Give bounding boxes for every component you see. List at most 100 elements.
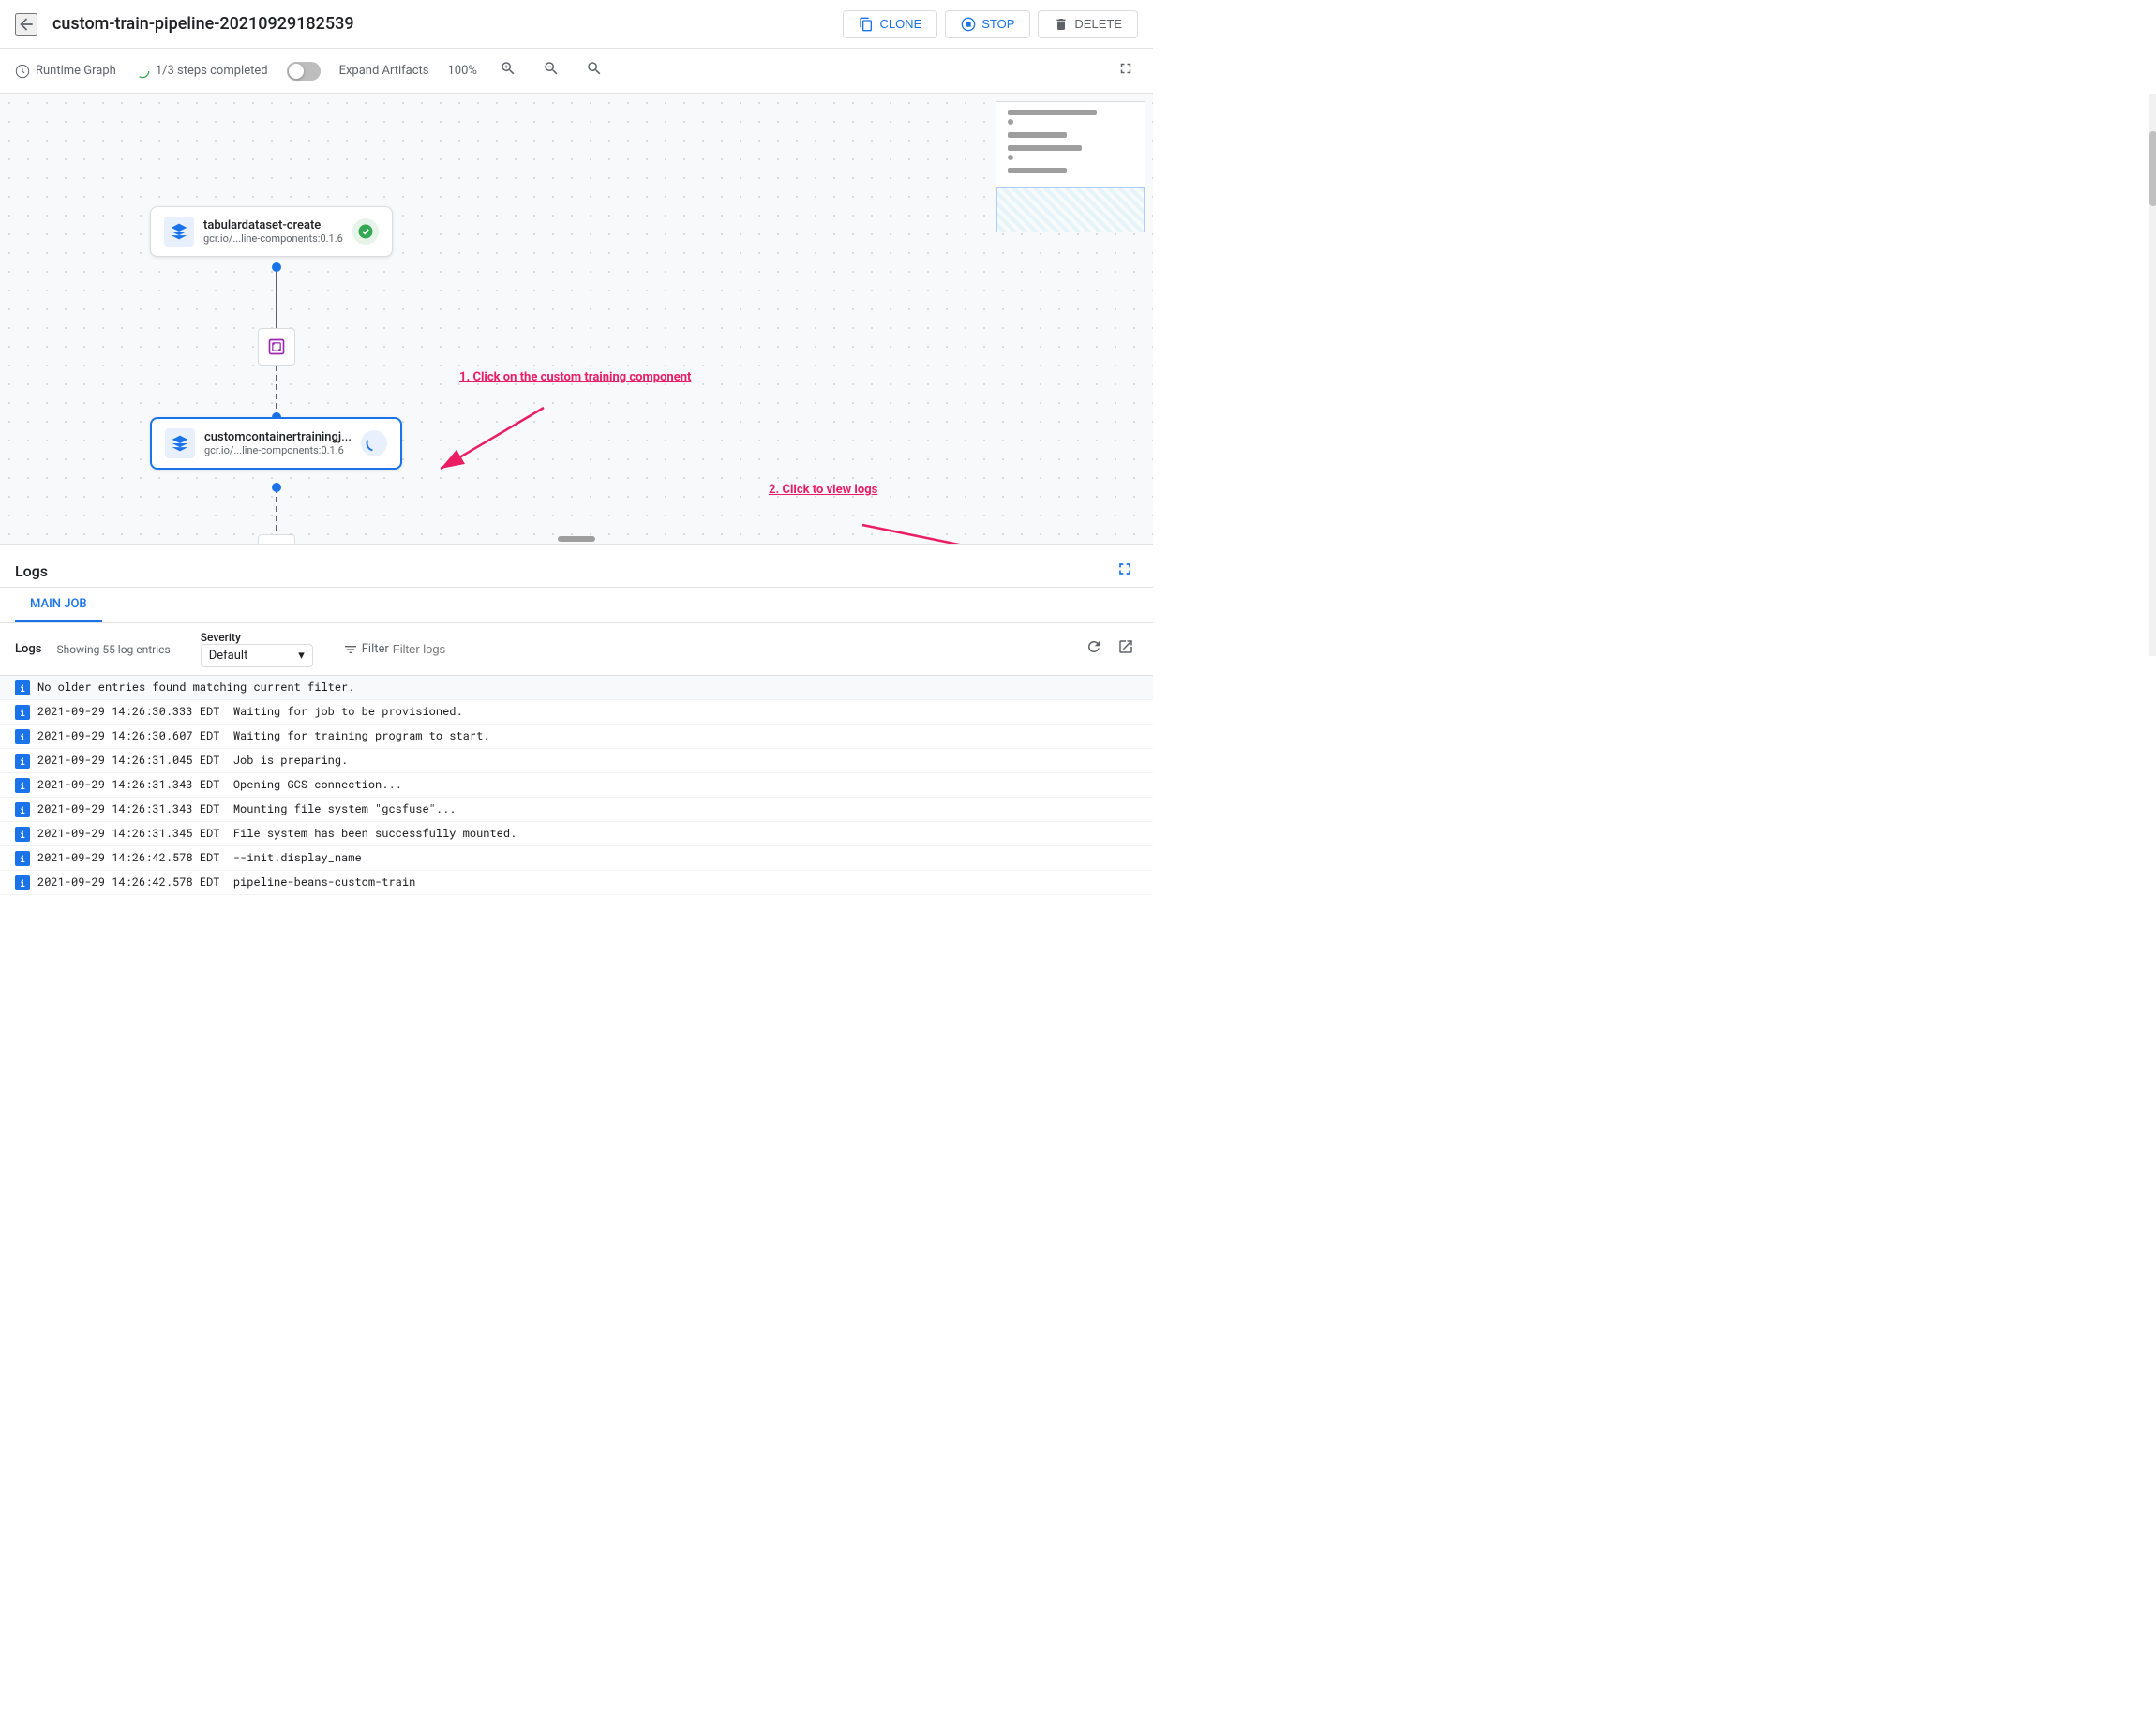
pipeline-title: custom-train-pipeline-20210929182539: [52, 14, 828, 34]
delete-button[interactable]: DELETE: [1038, 10, 1138, 38]
log-text: 2021-09-29 14:26:42.578 EDT --init.displ…: [37, 850, 362, 865]
node1-status: [352, 218, 379, 245]
logs-section: Logs MAIN JOB Logs Showing 55 log entrie…: [0, 544, 1153, 895]
node-tabulardataset-create[interactable]: tabulardataset-create gcr.io/...line-com…: [150, 206, 393, 257]
clone-button[interactable]: CLONE: [843, 10, 937, 38]
log-entry: i 2021-09-29 14:26:42.578 EDT --init.dis…: [0, 846, 1153, 871]
logs-tabs: MAIN JOB: [0, 588, 1153, 623]
log-icon-info: i: [15, 778, 30, 793]
severity-value: Default: [209, 649, 248, 663]
node1-icon: [164, 217, 194, 247]
refresh-button[interactable]: [1082, 635, 1106, 664]
log-entry: i 2021-09-29 14:26:42.578 EDT pipeline-b…: [0, 871, 1153, 895]
log-entry: i 2021-09-29 14:26:30.333 EDT Waiting fo…: [0, 700, 1153, 725]
connector-svg: [0, 94, 1153, 544]
logs-label: Logs: [15, 642, 41, 656]
scrollbar-thumb[interactable]: [2149, 131, 2156, 206]
log-icon-info: i: [15, 680, 30, 695]
minimap-content: [996, 110, 1145, 232]
logs-controls: Logs Showing 55 log entries Severity Def…: [0, 623, 1153, 676]
log-text: 2021-09-29 14:26:30.607 EDT Waiting for …: [37, 728, 489, 743]
logs-expand-button[interactable]: [1112, 556, 1138, 587]
log-icon-info: i: [15, 851, 30, 866]
toolbar: Runtime Graph 1/3 steps completed Expand…: [0, 49, 1153, 94]
tab-main-job-label: MAIN JOB: [30, 597, 87, 611]
node1-subtitle: gcr.io/...line-components:0.1.6: [203, 232, 343, 245]
tab-main-job[interactable]: MAIN JOB: [15, 588, 102, 622]
node2-subtitle: gcr.io/...line-components:0.1.6: [204, 444, 352, 456]
filter-input[interactable]: [393, 642, 558, 656]
minimap-bar3: [1008, 145, 1082, 151]
minimap-viewport: [996, 187, 1145, 232]
minimap[interactable]: [996, 101, 1145, 232]
severity-dropdown-icon: ▾: [298, 649, 305, 663]
open-external-button[interactable]: [1114, 635, 1138, 664]
minimap-bar4: [1008, 168, 1067, 173]
back-button[interactable]: [15, 13, 37, 36]
annotation-2: 2. Click to view logs: [769, 483, 877, 497]
severity-label: Severity: [201, 631, 313, 644]
annotation2-text: 2. Click to view logs: [769, 483, 877, 497]
minimap-dot2: [1008, 155, 1013, 160]
log-icon-info: i: [15, 705, 30, 720]
minimap-bar2: [1008, 132, 1067, 138]
node2-status: [361, 430, 387, 456]
artifact-node[interactable]: [258, 328, 295, 366]
log-text: 2021-09-29 14:26:31.045 EDT Job is prepa…: [37, 753, 348, 768]
drag-handle[interactable]: [558, 536, 595, 542]
zoom-in-button[interactable]: [496, 58, 520, 83]
log-text: 2021-09-29 14:26:30.333 EDT Waiting for …: [37, 704, 463, 719]
severity-select[interactable]: Default ▾: [201, 644, 313, 667]
stop-label: STOP: [981, 17, 1014, 31]
log-entries-list[interactable]: i No older entries found matching curren…: [0, 676, 1153, 895]
stop-button[interactable]: STOP: [945, 10, 1030, 38]
node2-title: customcontainertrainingj...: [204, 430, 352, 444]
expand-artifacts-toggle[interactable]: [287, 62, 321, 81]
log-entry: i 2021-09-29 14:26:31.345 EDT File syste…: [0, 822, 1153, 846]
log-entry: i No older entries found matching curren…: [0, 676, 1153, 700]
clone-label: CLONE: [879, 17, 921, 31]
steps-label: 1/3 steps completed: [156, 64, 268, 78]
node2-icon: [165, 428, 195, 458]
log-text: No older entries found matching current …: [37, 680, 354, 695]
header: custom-train-pipeline-20210929182539 CLO…: [0, 0, 1153, 49]
logs-header: Logs: [0, 545, 1153, 588]
node1-text: tabulardataset-create gcr.io/...line-com…: [203, 218, 343, 245]
node-customcontainertraining[interactable]: customcontainertrainingj... gcr.io/...li…: [150, 417, 402, 470]
runtime-graph-tab[interactable]: Runtime Graph: [15, 64, 116, 79]
log-icon-info: i: [15, 729, 30, 744]
log-icon-info: i: [15, 754, 30, 769]
annotation1-text: 1. Click on the custom training componen…: [459, 370, 691, 384]
log-icon-info: i: [15, 875, 30, 890]
filter-label: Filter: [362, 642, 389, 656]
header-actions: CLONE STOP DELETE: [843, 10, 1138, 38]
node1-title: tabulardataset-create: [203, 218, 343, 232]
pending-node[interactable]: [258, 534, 295, 544]
log-entry: i 2021-09-29 14:26:31.343 EDT Opening GC…: [0, 773, 1153, 798]
zoom-level: 100%: [448, 64, 477, 78]
pipeline-canvas[interactable]: tabulardataset-create gcr.io/...line-com…: [0, 94, 1153, 544]
logs-count: Showing 55 log entries: [56, 643, 170, 656]
log-entry: i 2021-09-29 14:26:31.045 EDT Job is pre…: [0, 749, 1153, 773]
log-entry: i 2021-09-29 14:26:31.343 EDT Mounting f…: [0, 798, 1153, 822]
logs-title: Logs: [15, 562, 48, 580]
expand-artifacts-label: Expand Artifacts: [339, 64, 429, 78]
log-icon-info: i: [15, 802, 30, 817]
log-icon-info: i: [15, 827, 30, 842]
steps-completed: 1/3 steps completed: [135, 64, 268, 79]
zoom-out-button[interactable]: [539, 58, 563, 83]
toggle-knob: [289, 64, 304, 79]
log-text: 2021-09-29 14:26:42.578 EDT pipeline-bea…: [37, 874, 415, 889]
fullscreen-button[interactable]: [1114, 58, 1138, 83]
log-text: 2021-09-29 14:26:31.343 EDT Opening GCS …: [37, 777, 402, 792]
zoom-search-button[interactable]: [582, 58, 606, 83]
node2-text: customcontainertrainingj... gcr.io/...li…: [204, 430, 352, 456]
log-text: 2021-09-29 14:26:31.343 EDT Mounting fil…: [37, 801, 456, 816]
logs-actions: [1082, 635, 1138, 664]
log-text: 2021-09-29 14:26:31.345 EDT File system …: [37, 826, 517, 841]
runtime-graph-label: Runtime Graph: [36, 64, 116, 78]
delete-label: DELETE: [1074, 17, 1122, 31]
filter-button[interactable]: Filter: [343, 642, 558, 657]
scrollbar-track[interactable]: [2149, 94, 2156, 656]
severity-container: Severity Default ▾: [201, 631, 313, 667]
